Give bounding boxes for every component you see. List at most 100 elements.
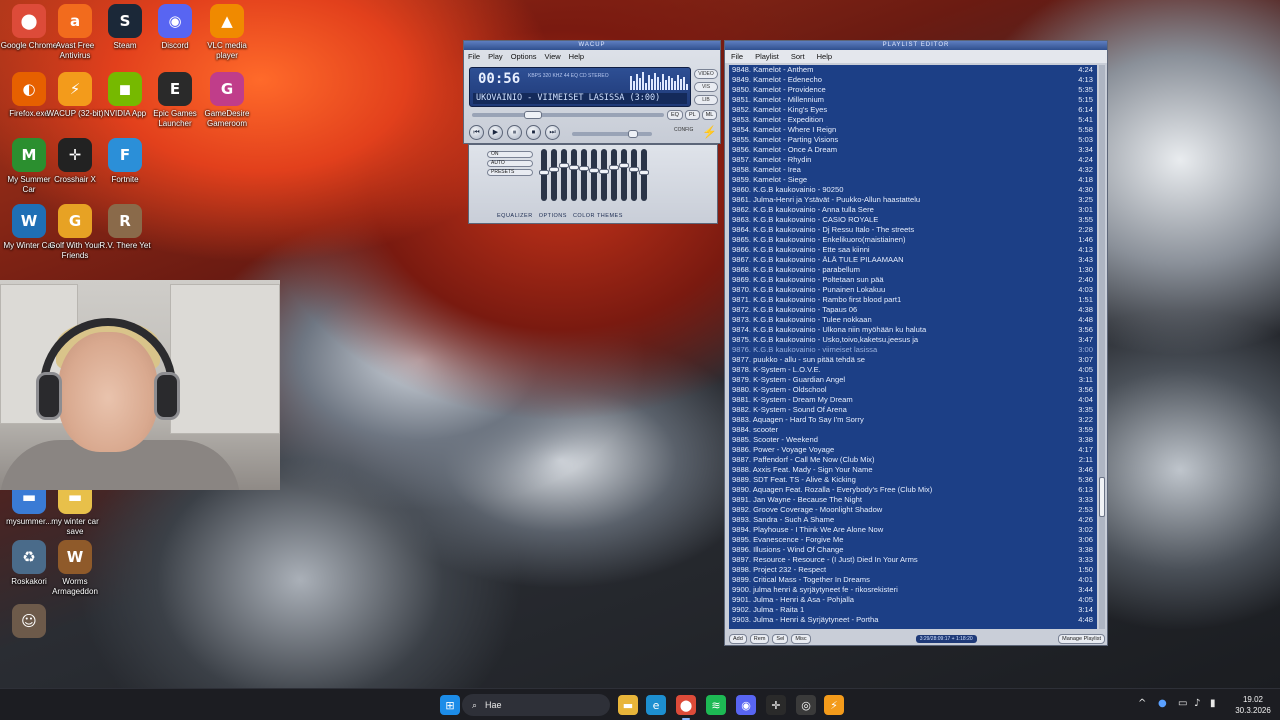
desktop-icon[interactable]: ◉ Discord [146,4,204,51]
playlist-row[interactable]: 9876. K.G.B kaukovainio - viimeiset lasi… [729,345,1097,355]
playlist-row[interactable]: 9873. K.G.B kaukovainio - Tulee nokkaan 4… [729,315,1097,325]
next-icon[interactable]: ⏭ [545,125,560,140]
toggle-ml[interactable]: ML [701,110,718,120]
playlist-row[interactable]: 9902. Julma - Raita 1 3:14 [729,605,1097,615]
playlist-row[interactable]: 9890. Aquagen Feat. Rozalla - Everybody'… [729,485,1097,495]
eq-band-slider[interactable] [599,149,609,201]
playlist-tracks[interactable]: 9848. Kamelot - Anthem 4:24 9849. Kamelot … [729,65,1097,629]
playlist-row[interactable]: 9871. K.G.B kaukovainio - Rambo first bl… [729,295,1097,305]
taskbar-chrome-icon[interactable]: ⬤ [676,695,696,715]
battery-icon[interactable]: ▮ [1210,698,1216,709]
playlist-row[interactable]: 9882. K-System - Sound Of Arena 3:35 [729,405,1097,415]
search-box[interactable]: ⌕ Hae [462,694,610,716]
volume-slider[interactable] [572,130,652,138]
pl-menu-sort[interactable]: Sort [791,52,805,61]
toggle-eq[interactable]: EQ [667,110,683,120]
manage-playlist-button[interactable]: Manage Playlist [1058,633,1105,644]
playlist-row[interactable]: 9854. Kamelot - Where I Reign 5:58 [729,125,1097,135]
eq-band-slider[interactable] [549,149,559,201]
pl-menu-help[interactable]: Help [817,52,832,61]
remove-button[interactable]: Rem [749,633,770,644]
menu-play[interactable]: Play [488,52,503,61]
play-icon[interactable]: ▶ [488,125,503,140]
taskbar-edge-icon[interactable]: e [646,695,666,715]
playlist-row[interactable]: 9856. Kamelot - Once A Dream 3:34 [729,145,1097,155]
side-button-video[interactable]: VIDEO [694,69,718,79]
eq-band-slider[interactable] [619,149,629,201]
menu-help[interactable]: Help [569,52,584,61]
playlist-row[interactable]: 9851. Kamelot - Millennium 5:15 [729,95,1097,105]
eq-band-slider[interactable] [589,149,599,201]
playlist-row[interactable]: 9878. K-System - L.O.V.E. 4:05 [729,365,1097,375]
playlist-row[interactable]: 9875. K.G.B kaukovainio - Usko,toivo,kak… [729,335,1097,345]
speaker-icon[interactable]: ♪ [1194,698,1200,709]
eq-band-slider[interactable] [629,149,639,201]
playlist-row[interactable]: 9879. K-System - Guardian Angel 3:11 [729,375,1097,385]
pl-menu-file[interactable]: File [731,52,743,61]
desktop-icon[interactable]: R R.V. There Yet [96,204,154,251]
eq-presets-button[interactable]: PRESETS [487,169,533,176]
playlist-row[interactable]: 9852. Kamelot - King's Eyes 6:14 [729,105,1097,115]
playlist-editor-window[interactable]: PLAYLIST EDITOR File Playlist Sort Help … [724,40,1108,646]
eq-band-slider[interactable] [639,149,649,201]
eq-band-knob[interactable] [539,170,549,175]
playlist-row[interactable]: 9860. K.G.B kaukovainio - 90250 4:30 [729,185,1097,195]
desktop-icon[interactable]: ☺ [0,604,58,641]
misc-button[interactable]: Misc [791,633,811,644]
playlist-row[interactable]: 9903. Julma - Henri & Syrjäytyneet - Por… [729,615,1097,625]
playlist-row[interactable]: 9874. K.G.B kaukovainio - Ulkona niin my… [729,325,1097,335]
side-button-lib[interactable]: LIB [694,95,718,105]
eq-auto-toggle[interactable]: AUTO [487,160,533,167]
pause-icon[interactable]: ⏸ [507,125,522,140]
previous-icon[interactable]: ⏮ [469,125,484,140]
playlist-row[interactable]: 9877. puukko - allu - sun pitää tehdä se… [729,355,1097,365]
playlist-row[interactable]: 9883. Aquagen - Hard To Say I'm Sorry 3:2… [729,415,1097,425]
seek-bar[interactable] [472,111,664,119]
eq-band-knob[interactable] [599,169,609,174]
playlist-row[interactable]: 9859. Kamelot - Siege 4:18 [729,175,1097,185]
select-button[interactable]: Sel [772,633,789,644]
eq-band-slider[interactable] [569,149,579,201]
playlist-row[interactable]: 9864. K.G.B kaukovainio - Dj Ressu Italo… [729,225,1097,235]
eq-band-knob[interactable] [609,165,619,170]
visualizer[interactable] [630,72,689,90]
seek-knob[interactable] [524,111,542,119]
eq-band-knob[interactable] [629,167,639,172]
scrollbar-thumb[interactable] [1099,477,1105,517]
playlist-row[interactable]: 9894. Playhouse - I Think We Are Alone N… [729,525,1097,535]
eq-band-knob[interactable] [549,167,559,172]
playlist-row[interactable]: 9895. Evanescence - Forgive Me 3:06 [729,535,1097,545]
desktop-icon[interactable]: W Worms Armageddon [46,540,104,597]
playlist-row[interactable]: 9863. K.G.B kaukovainio - CASIO ROYALE 3:… [729,215,1097,225]
microphone-icon[interactable]: ● [1158,698,1167,709]
add-button[interactable]: Add [729,633,747,644]
playlist-row[interactable]: 9892. Groove Coverage - Moonlight Shadow… [729,505,1097,515]
playlist-row[interactable]: 9850. Kamelot - Providence 5:35 [729,85,1097,95]
playlist-scrollbar[interactable] [1099,65,1105,629]
playlist-row[interactable]: 9888. Axxis Feat. Mady - Sign Your Name 3… [729,465,1097,475]
tab-options[interactable]: OPTIONS [539,213,567,219]
eq-band-knob[interactable] [559,163,569,168]
chevron-up-icon[interactable]: ^ [1138,698,1146,709]
menu-options[interactable]: Options [511,52,537,61]
playlist-row[interactable]: 9880. K-System - Oldschool 3:56 [729,385,1097,395]
config-button[interactable]: CONFIG [674,127,693,133]
playlist-title[interactable]: PLAYLIST EDITOR [725,41,1107,50]
playlist-row[interactable]: 9853. Kamelot - Expedition 5:41 [729,115,1097,125]
taskbar-file-explorer-icon[interactable]: ▬ [618,695,638,715]
playlist-row[interactable]: 9861. Julma-Henri ja Ystävät - Puukko-Al… [729,195,1097,205]
playlist-row[interactable]: 9889. SDT Feat. TS - Alive & Kicking 5:36 [729,475,1097,485]
clock[interactable]: 19.02 30.3.2026 [1228,694,1278,716]
playlist-row[interactable]: 9867. K.G.B kaukovainio - ÄLÄ TULE PILAA… [729,255,1097,265]
desktop-icon[interactable]: F Fortnite [96,138,154,185]
side-button-vis[interactable]: VIS [694,82,718,92]
taskbar-spotify-icon[interactable]: ≋ [706,695,726,715]
playlist-row[interactable]: 9884. scooter 3:59 [729,425,1097,435]
eq-on-toggle[interactable]: ON [487,151,533,158]
playlist-row[interactable]: 9869. K.G.B kaukovainio - Poltetaan sun … [729,275,1097,285]
playlist-row[interactable]: 9872. K.G.B kaukovainio - Tapaus 06 4:38 [729,305,1097,315]
taskbar-discord-icon[interactable]: ◉ [736,695,756,715]
playback-time[interactable]: 00:56 [478,71,520,87]
eq-band-slider[interactable] [609,149,619,201]
toggle-pl[interactable]: PL [684,110,700,120]
